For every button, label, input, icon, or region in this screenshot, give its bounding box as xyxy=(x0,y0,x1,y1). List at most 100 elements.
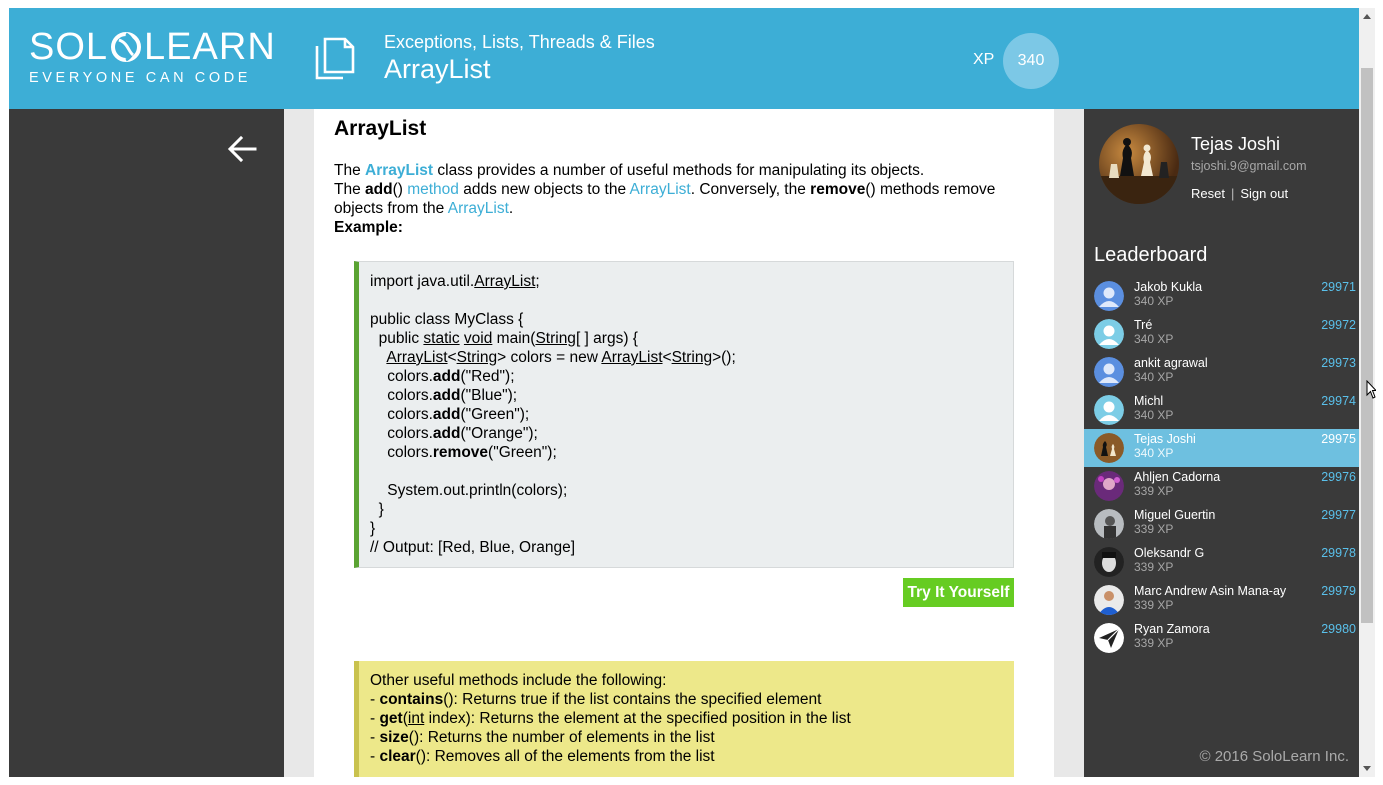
code-line: } xyxy=(370,501,384,518)
user-avatar-icon xyxy=(1094,395,1124,425)
code-text: ("Blue"); xyxy=(460,387,518,404)
code-text: >(); xyxy=(712,349,736,366)
logo-text-left: SOL xyxy=(29,26,109,68)
code-line: ArrayList<String> colors = new ArrayList… xyxy=(370,348,1013,367)
leaderboard-name: Miguel Guertin xyxy=(1134,508,1216,522)
text-span: . Conversely, the xyxy=(690,181,811,198)
code-text: colors. xyxy=(370,406,433,423)
code-text: ("Green"); xyxy=(460,406,530,423)
code-line: System.out.println(colors); xyxy=(370,482,568,499)
paper-plane-icon xyxy=(1094,623,1124,653)
code-line: public class MyClass { xyxy=(370,311,524,328)
reset-link[interactable]: Reset xyxy=(1191,186,1225,201)
leaderboard-row[interactable]: ankit agrawal 340 XP 29973 xyxy=(1084,353,1359,391)
leaderboard-xp: 340 XP xyxy=(1134,408,1174,422)
text-span: The xyxy=(334,181,366,198)
link-separator: | xyxy=(1230,186,1235,201)
code-line: colors.add("Green"); xyxy=(370,405,1013,424)
note-text: ): Removes all of the elements from the … xyxy=(420,748,715,765)
profile-avatar[interactable] xyxy=(1099,124,1179,204)
arraylist-link[interactable]: ArrayList xyxy=(630,181,691,198)
leaderboard-xp: 340 XP xyxy=(1134,446,1174,460)
text-span: The xyxy=(334,162,366,179)
code-example: import java.util.ArrayList; public class… xyxy=(354,261,1014,568)
leaderboard-name: Tré xyxy=(1134,318,1153,332)
leaderboard-xp: 339 XP xyxy=(1134,522,1174,536)
leaderboard-row[interactable]: Jakob Kukla 340 XP 29971 xyxy=(1084,277,1359,315)
code-text: import java.util. xyxy=(370,273,475,290)
text-span: . xyxy=(508,200,514,217)
code-text: [ ] args) { xyxy=(575,330,638,347)
leaderboard-name: Oleksandr G xyxy=(1134,546,1205,560)
note-method: size xyxy=(379,729,409,746)
code-text: colors. xyxy=(370,368,433,385)
code-class-ref: String xyxy=(671,349,713,366)
leaderboard-name: Jakob Kukla xyxy=(1134,280,1203,294)
profile-name: Tejas Joshi xyxy=(1191,134,1281,154)
code-text: colors. xyxy=(370,425,433,442)
code-method: add xyxy=(432,368,461,385)
code-class-ref: ArrayList xyxy=(601,349,663,366)
leaderboard-name: Marc Andrew Asin Mana-ay xyxy=(1134,584,1287,598)
leaderboard-xp: 340 XP xyxy=(1134,294,1174,308)
code-text: < xyxy=(447,349,457,366)
leaderboard-name: Ryan Zamora xyxy=(1134,622,1210,636)
scroll-down-arrow-icon[interactable] xyxy=(1359,761,1375,777)
user-avatar-icon xyxy=(1094,319,1124,349)
leaderboard-xp: 339 XP xyxy=(1134,598,1174,612)
code-line: public static void main(String[ ] args) … xyxy=(370,329,1013,348)
note-type-ref: int xyxy=(407,710,425,727)
arraylist-keyword-link[interactable]: ArrayList xyxy=(365,162,433,179)
text-span: () xyxy=(392,181,408,198)
leaderboard-xp: 339 XP xyxy=(1134,484,1174,498)
leaderboard-rank: 29973 xyxy=(1321,356,1356,370)
purple-photo-avatar-icon xyxy=(1094,471,1124,501)
leaderboard-row[interactable]: Tré 340 XP 29972 xyxy=(1084,315,1359,353)
note-item: - clear(): Removes all of the elements f… xyxy=(370,747,1014,766)
left-panel xyxy=(9,109,284,777)
note-item: - get(int index): Returns the element at… xyxy=(370,709,1014,728)
logo-tagline: EVERYONE CAN CODE xyxy=(29,70,252,86)
leaderboard-row[interactable]: Oleksandr G 339 XP 29978 xyxy=(1084,543,1359,581)
mouse-cursor-icon xyxy=(1366,380,1376,399)
leaderboard-rank: 29972 xyxy=(1321,318,1356,332)
xp-badge: 340 xyxy=(1003,33,1059,89)
note-text: ): Returns the number of elements in the… xyxy=(413,729,715,746)
back-arrow-icon[interactable] xyxy=(227,133,259,165)
text-span: class provides a number of useful method… xyxy=(433,162,925,179)
leaderboard-rank: 29976 xyxy=(1321,470,1356,484)
code-class-ref: String xyxy=(535,330,576,347)
add-keyword: add xyxy=(365,181,393,198)
code-text: main( xyxy=(492,330,536,347)
note-text: index): Returns the element at the speci… xyxy=(424,710,851,727)
leaderboard-rank: 29980 xyxy=(1321,622,1356,636)
paragraph-line-1: The ArrayList class provides a number of… xyxy=(334,161,1024,180)
leaderboard-row[interactable]: Marc Andrew Asin Mana-ay 339 XP 29979 xyxy=(1084,581,1359,619)
leaderboard-row[interactable]: Ahljen Cadorna 339 XP 29976 xyxy=(1084,467,1359,505)
copyright: © 2016 SoloLearn Inc. xyxy=(1199,748,1350,765)
leaderboard-name: Ahljen Cadorna xyxy=(1134,470,1221,484)
code-text: ; xyxy=(535,273,540,290)
leaderboard-row[interactable]: Miguel Guertin 339 XP 29977 xyxy=(1084,505,1359,543)
code-method: add xyxy=(432,387,461,404)
try-it-yourself-button[interactable]: Try It Yourself xyxy=(903,578,1014,607)
arraylist-link[interactable]: ArrayList xyxy=(448,200,509,217)
leaderboard-row[interactable]: Michl 340 XP 29974 xyxy=(1084,391,1359,429)
leaderboard-name: Tejas Joshi xyxy=(1134,432,1196,446)
sololearn-logo[interactable]: SOL LEARN EVERYONE CAN CODE xyxy=(29,28,276,86)
scroll-up-arrow-icon[interactable] xyxy=(1359,8,1375,24)
code-method: add xyxy=(432,406,461,423)
sign-out-link[interactable]: Sign out xyxy=(1240,186,1288,201)
scrollbar-thumb[interactable] xyxy=(1361,68,1373,623)
top-header: SOL LEARN EVERYONE CAN CODE Exceptions, … xyxy=(9,8,1359,109)
user-avatar-icon xyxy=(1094,357,1124,387)
leaderboard-row-current-user[interactable]: Tejas Joshi 340 XP 29975 xyxy=(1084,429,1359,467)
app-window: SOL LEARN EVERYONE CAN CODE Exceptions, … xyxy=(9,8,1359,777)
code-class-ref: ArrayList xyxy=(474,273,536,290)
leaderboard-rank: 29978 xyxy=(1321,546,1356,560)
method-link[interactable]: method xyxy=(407,181,459,198)
leaderboard-rank: 29974 xyxy=(1321,394,1356,408)
code-line: colors.add("Red"); xyxy=(370,367,1013,386)
leaderboard-row[interactable]: Ryan Zamora 339 XP 29980 xyxy=(1084,619,1359,657)
